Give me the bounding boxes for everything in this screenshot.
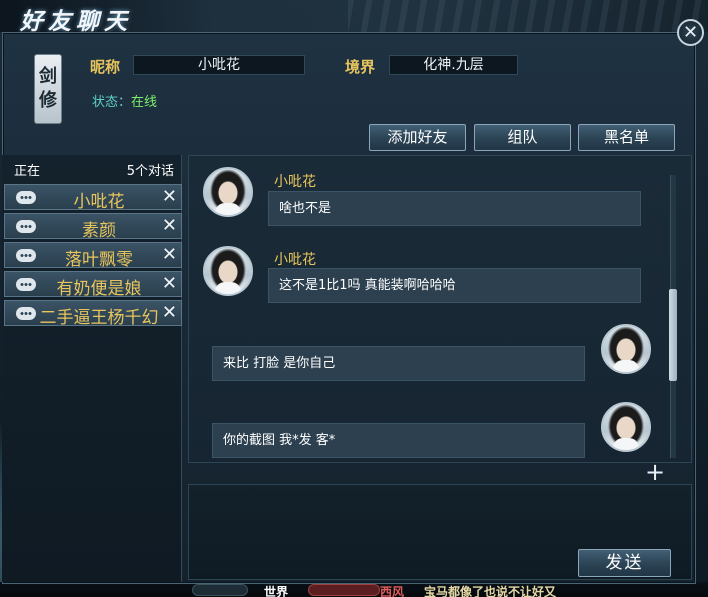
class-badge: 剑 修 (34, 54, 62, 124)
avatar (601, 324, 651, 374)
send-button[interactable]: 发送 (578, 549, 671, 577)
message-bubble: 来比 打脸 是你自己 (212, 346, 585, 381)
close-conversation-icon[interactable]: ✕ (162, 302, 177, 323)
close-conversation-icon[interactable]: ✕ (162, 215, 177, 236)
avatar (203, 167, 253, 217)
realm-label: 境界 (345, 58, 376, 76)
chat-scroll-thumb[interactable] (669, 289, 677, 381)
window-title: 好友聊天 (20, 8, 132, 35)
conversation-item[interactable]: 有奶便是娘 ✕ (4, 271, 182, 299)
status-line: 状态：在线 (92, 91, 157, 110)
close-conversation-icon[interactable]: ✕ (162, 273, 177, 294)
close-button[interactable]: ✕ (677, 19, 704, 46)
close-conversation-icon[interactable]: ✕ (162, 244, 177, 265)
close-icon: ✕ (682, 22, 699, 43)
bottom-chip-red (308, 584, 380, 596)
nickname-label: 昵称 (90, 58, 121, 76)
chat-bubble-icon (16, 191, 36, 204)
title-bar: 好友聊天 (0, 0, 708, 35)
avatar (601, 402, 651, 452)
nickname-value: 小吡花 (133, 55, 305, 75)
conversation-header-left: 正在 (14, 164, 41, 179)
class-badge-char-1: 剑 (39, 66, 57, 87)
close-conversation-icon[interactable]: ✕ (162, 186, 177, 207)
class-badge-char-2: 修 (39, 90, 57, 111)
bottom-ticker-text: 宝马都像了也说不让好又 (424, 585, 557, 597)
title-ornament (348, 0, 708, 32)
avatar (203, 246, 253, 296)
chat-bubble-icon (16, 249, 36, 262)
conversation-item[interactable]: 小吡花 ✕ (4, 184, 182, 212)
blacklist-button[interactable]: 黑名单 (578, 124, 675, 151)
conversation-list: 正在 5个对话 小吡花 ✕ 素颜 ✕ 落叶飘零 ✕ 有奶便是娘 ✕ 二手逼王杨千… (2, 155, 182, 582)
bottom-faction-label: 西风 (380, 585, 405, 597)
message-bubble: 啥也不是 (268, 191, 641, 226)
plus-icon[interactable]: + (644, 460, 666, 484)
bottom-world-label: 世界 (264, 585, 289, 597)
message-bubble: 这不是1比1吗 真能装啊哈哈哈 (268, 268, 641, 303)
add-friend-button[interactable]: 添加好友 (369, 124, 466, 151)
status-online: 在线 (131, 95, 158, 110)
message-sender: 小吡花 (274, 174, 316, 190)
chat-bubble-icon (16, 278, 36, 291)
conversation-item[interactable]: 落叶飘零 ✕ (4, 242, 182, 270)
team-button[interactable]: 组队 (474, 124, 571, 151)
conversation-item[interactable]: 二手逼王杨千幻 ✕ (4, 300, 182, 328)
chat-bubble-icon (16, 307, 36, 320)
bottom-chip (192, 584, 248, 596)
conversation-name: 二手逼王杨千幻 (39, 308, 159, 328)
conversation-item[interactable]: 素颜 ✕ (4, 213, 182, 241)
conversation-name: 素颜 (82, 221, 116, 241)
conversation-name: 小吡花 (73, 192, 125, 212)
message-bubble: 你的截图 我*发 客* (212, 423, 585, 458)
conversation-name: 有奶便是娘 (56, 279, 142, 299)
message-sender: 小吡花 (274, 252, 316, 268)
status-label: 状态： (92, 95, 132, 110)
realm-value: 化神.九层 (389, 55, 518, 75)
conversation-list-header: 正在 5个对话 (2, 155, 182, 179)
conversation-count: 5个对话 (126, 164, 174, 179)
game-bottom-bar: 世界 西风 宝马都像了也说不让好又 (0, 582, 708, 597)
chat-bubble-icon (16, 220, 36, 233)
conversation-name: 落叶飘零 (65, 250, 133, 270)
